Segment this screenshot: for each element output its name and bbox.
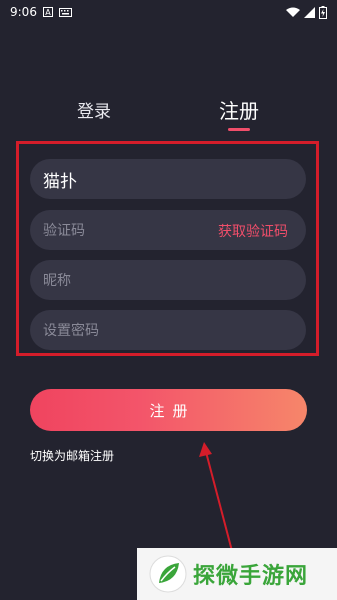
password-field[interactable]: 设置密码 (30, 310, 306, 350)
auth-tabs: 登录 注册 (0, 95, 337, 135)
keyboard-icon (58, 7, 72, 17)
svg-text:A: A (45, 8, 51, 17)
phone-field[interactable]: 猫扑 (30, 159, 306, 199)
switch-to-email-link[interactable]: 切换为邮箱注册 (30, 447, 114, 464)
watermark-text: 探微手游网 (193, 564, 309, 589)
tab-register[interactable]: 注册 (219, 95, 259, 124)
status-time: 9:06 (10, 5, 37, 19)
signal-icon (304, 6, 315, 18)
status-bar: 9:06 A (0, 0, 337, 24)
nickname-field[interactable]: 昵称 (30, 260, 306, 300)
get-code-button[interactable]: 获取验证码 (218, 221, 288, 241)
leaf-logo-icon (149, 555, 187, 593)
tab-login[interactable]: 登录 (77, 97, 111, 122)
nickname-placeholder: 昵称 (43, 273, 71, 289)
verification-code-field[interactable]: 验证码 获取验证码 (30, 210, 306, 250)
verification-code-placeholder: 验证码 (43, 223, 85, 239)
password-placeholder: 设置密码 (43, 323, 99, 339)
phone-field-value: 猫扑 (43, 171, 77, 192)
tab-active-indicator (228, 128, 250, 131)
status-right (286, 5, 327, 19)
watermark: 探微手游网 (137, 548, 337, 600)
wifi-icon (286, 7, 300, 18)
battery-icon (319, 5, 327, 19)
a-notification-icon: A (42, 7, 53, 17)
status-left: 9:06 A (10, 5, 72, 19)
register-button[interactable]: 注册 (30, 389, 307, 431)
